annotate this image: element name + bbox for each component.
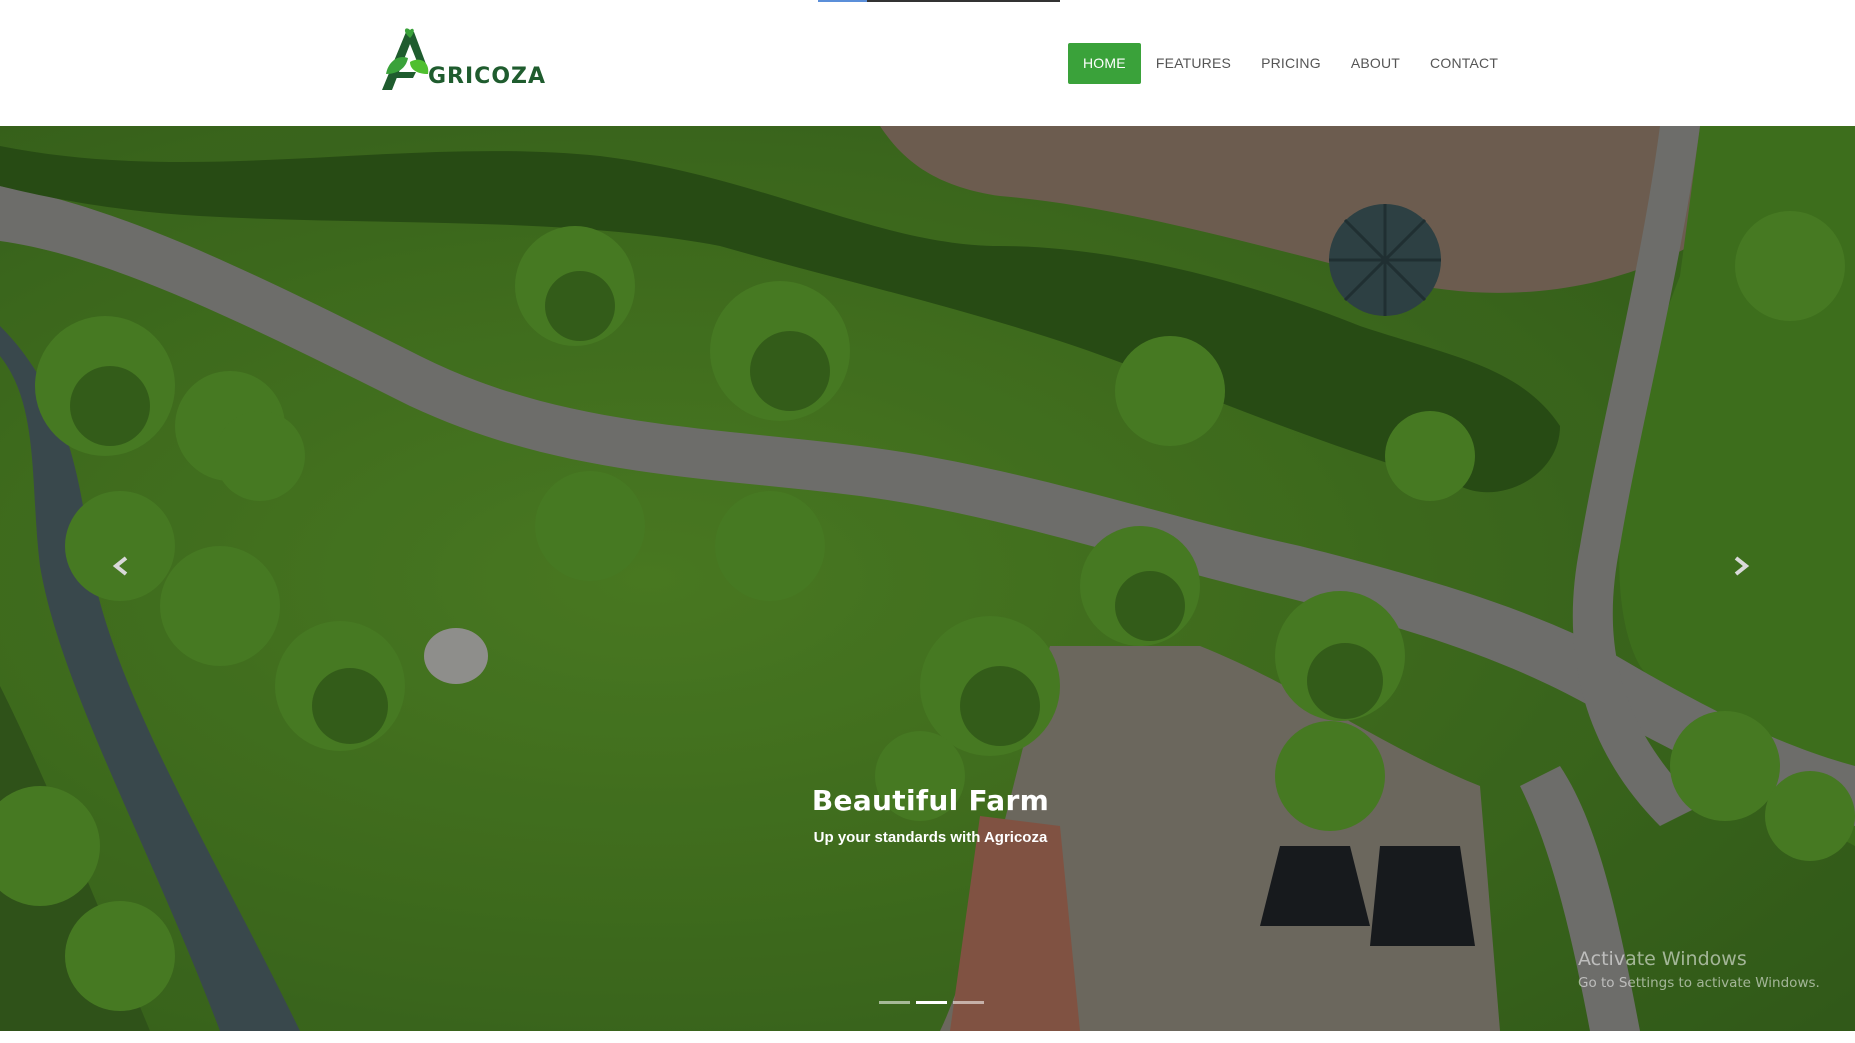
hero-carousel [0, 126, 1855, 1031]
nav-item-features[interactable]: FEATURES [1141, 43, 1246, 84]
windows-activation-watermark: Activate Windows Go to Settings to activ… [1578, 948, 1820, 991]
chevron-right-icon [1734, 556, 1750, 576]
nav-item-home[interactable]: HOME [1068, 43, 1141, 84]
main-nav: HOME FEATURES PRICING ABOUT CONTACT [1068, 43, 1513, 84]
page: GRICOZA HOME FEATURES PRICING ABOUT CONT… [0, 0, 1855, 1043]
watermark-subtitle: Go to Settings to activate Windows. [1578, 975, 1820, 991]
brand-name: GRICOZA [428, 64, 547, 89]
brand-logo[interactable]: GRICOZA [380, 28, 545, 94]
carousel-caption: Beautiful Farm Up your standards with Ag… [0, 784, 1855, 846]
indicator-slide-2[interactable] [916, 1001, 947, 1004]
slide-title: Beautiful Farm [811, 784, 1050, 817]
page-bottom-edge [0, 1031, 1855, 1043]
image-overlay [0, 126, 1855, 1031]
page-load-progress [818, 0, 1060, 2]
indicator-slide-1[interactable] [879, 1001, 910, 1004]
chevron-left-icon [112, 556, 128, 576]
slide-subtitle: Up your standards with Agricoza [813, 829, 1048, 846]
indicator-slide-3[interactable] [953, 1001, 984, 1004]
nav-item-about[interactable]: ABOUT [1336, 43, 1415, 84]
nav-item-pricing[interactable]: PRICING [1246, 43, 1336, 84]
carousel-prev-button[interactable] [102, 546, 142, 586]
watermark-title: Activate Windows [1578, 948, 1747, 970]
nav-item-contact[interactable]: CONTACT [1415, 43, 1513, 84]
carousel-indicators [879, 1001, 984, 1004]
carousel-next-button[interactable] [1720, 546, 1760, 586]
site-header: GRICOZA HOME FEATURES PRICING ABOUT CONT… [0, 0, 1855, 126]
